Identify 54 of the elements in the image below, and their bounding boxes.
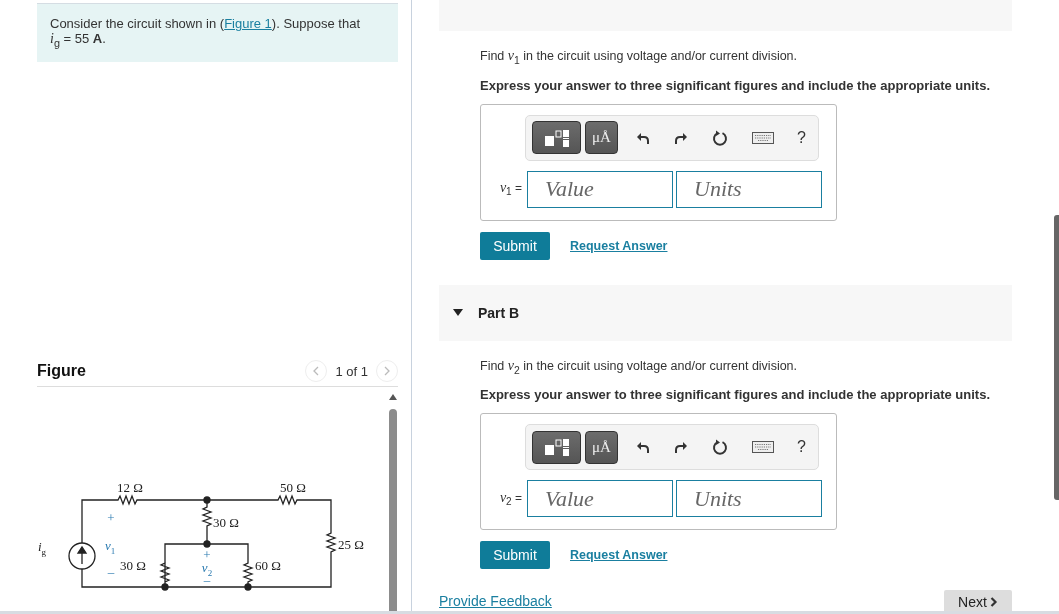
- fraction-template-icon: [542, 437, 571, 457]
- chevron-right-icon: [383, 366, 391, 376]
- template-button[interactable]: [532, 430, 581, 464]
- undo-icon[interactable]: [636, 440, 650, 454]
- scroll-up-icon[interactable]: [388, 393, 398, 401]
- polarity-sign: +: [203, 548, 211, 561]
- page-counter: 1 of 1: [335, 363, 368, 379]
- voltage-label: v$_{1}$: [105, 539, 116, 558]
- reset-icon[interactable]: [712, 129, 728, 146]
- keyboard-icon[interactable]: [752, 441, 774, 453]
- units-button[interactable]: μÅ: [585, 121, 618, 154]
- instruction-text: Express your answer to three significant figures and include the appropriate units.: [480, 387, 991, 402]
- help-button[interactable]: ?: [797, 128, 806, 147]
- variable-label: v$_{1}$ =: [498, 180, 523, 198]
- resistance-label: 25 Ω: [338, 538, 364, 551]
- variable-label: v$_{2}$ =: [498, 489, 523, 508]
- submit-button[interactable]: Submit: [480, 541, 550, 569]
- resistance-label: 30 Ω: [120, 559, 146, 572]
- resistance-label: 50 Ω: [280, 481, 306, 494]
- redo-icon[interactable]: [674, 130, 688, 145]
- feedback-link[interactable]: Provide Feedback: [439, 593, 552, 609]
- problem-statement: Consider the circuit shown in (Figure 1). Suppose that i$_{g}$ = 55 A.: [50, 16, 361, 51]
- figure-heading: Figure: [37, 362, 86, 380]
- chevron-right-icon: [989, 597, 998, 607]
- value-field[interactable]: Value: [527, 480, 673, 517]
- template-button[interactable]: [532, 121, 581, 154]
- question-text: Find v$_{1}$ in the circuit using voltage and/or current division.: [480, 48, 799, 66]
- submit-button[interactable]: Submit: [480, 231, 550, 260]
- units-button[interactable]: μÅ: [585, 430, 618, 464]
- scrollbar-thumb[interactable]: [1054, 215, 1059, 500]
- reset-icon[interactable]: [712, 439, 728, 455]
- scrollbar-thumb[interactable]: [389, 409, 397, 611]
- chevron-left-icon: [312, 366, 321, 376]
- value-field[interactable]: Value: [527, 170, 673, 208]
- redo-icon[interactable]: [674, 440, 688, 454]
- polarity-sign: –: [107, 565, 115, 578]
- resistance-label: 12 Ω: [117, 481, 143, 494]
- keyboard-icon[interactable]: [752, 131, 774, 144]
- request-answer-link[interactable]: Request Answer: [570, 238, 668, 253]
- voltage-label: v$_{2}$: [201, 561, 213, 580]
- resistance-label: 30 Ω: [213, 516, 239, 529]
- units-field[interactable]: Units: [676, 480, 822, 517]
- fraction-template-icon: [542, 127, 571, 148]
- polarity-sign: +: [107, 511, 115, 524]
- figure-link[interactable]: Figure 1: [224, 16, 272, 31]
- instruction-text: Express your answer to three significant figures and include the appropriate units.: [480, 77, 991, 93]
- part-header[interactable]: Part B: [439, 284, 1012, 341]
- question-text: Find v$_{2}$ in the circuit using voltage and/or current division.: [480, 357, 799, 375]
- units-field[interactable]: Units: [676, 170, 822, 208]
- resistance-label: 60 Ω: [255, 559, 281, 572]
- help-button[interactable]: ?: [797, 438, 806, 456]
- next-button[interactable]: Next: [944, 590, 1012, 611]
- source-label: i$_{g}$: [37, 540, 47, 559]
- request-answer-link[interactable]: Request Answer: [570, 548, 668, 562]
